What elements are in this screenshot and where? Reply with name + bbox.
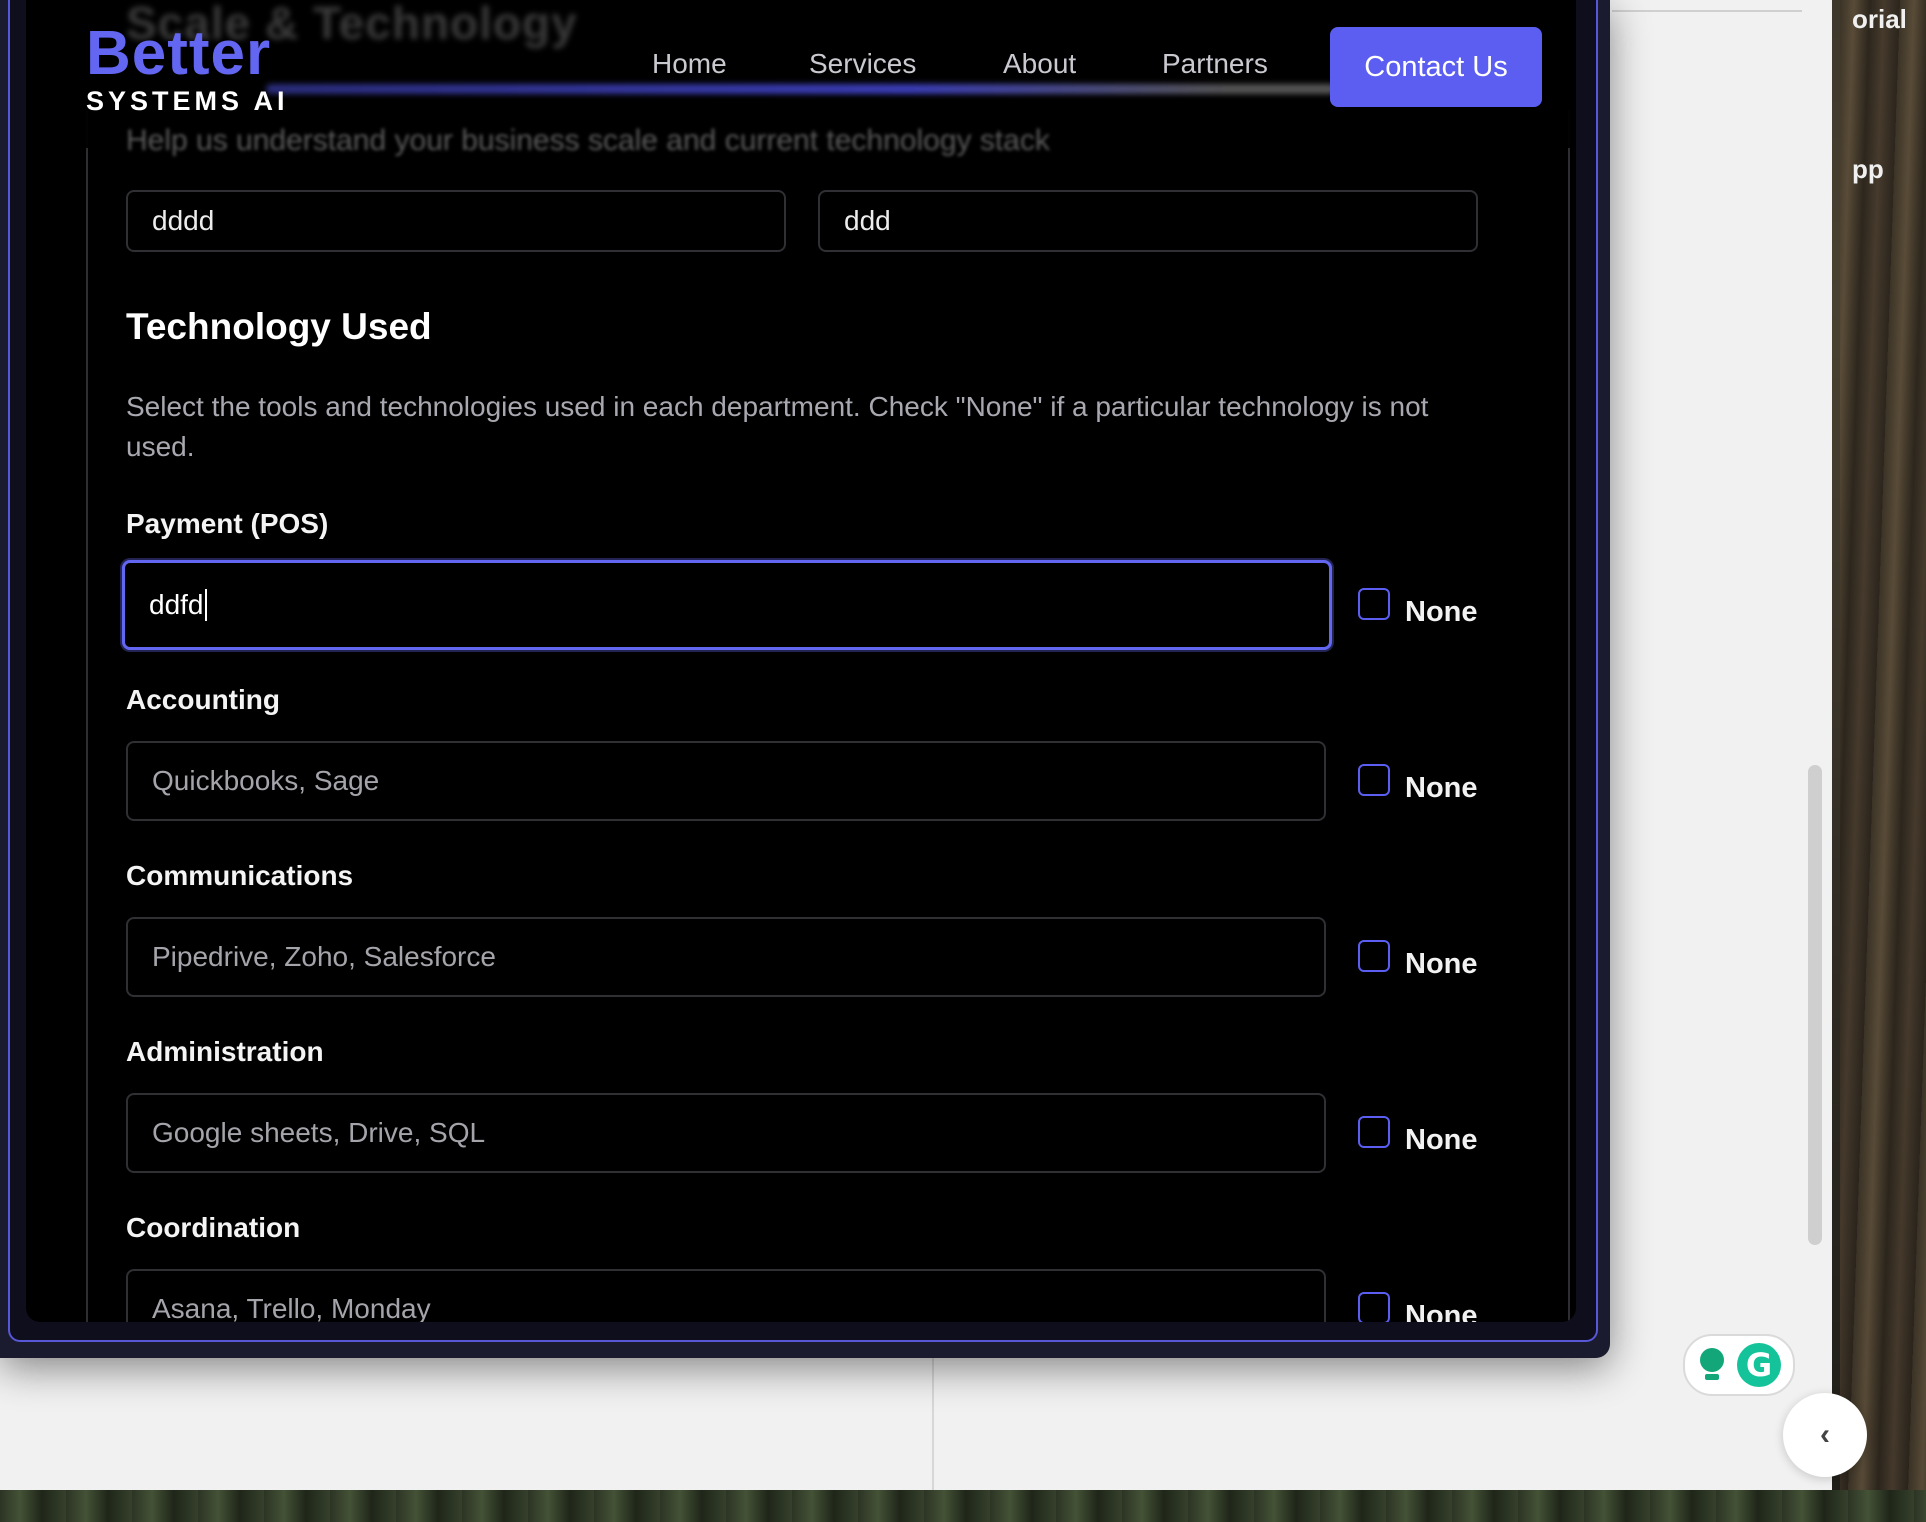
administration-placeholder: Google sheets, Drive, SQL: [152, 1117, 486, 1148]
collapse-sidebar-button[interactable]: ‹: [1783, 1393, 1867, 1477]
accounting-placeholder: Quickbooks, Sage: [152, 765, 380, 796]
field-label-administration: Administration: [126, 1036, 324, 1067]
contact-us-button[interactable]: Contact Us: [1330, 27, 1542, 107]
payment-input-value: ddfd: [149, 589, 204, 620]
background-window-text: pp: [1852, 154, 1884, 184]
scale-field-1-value: dddd: [152, 205, 215, 236]
field-label-accounting: Accounting: [126, 684, 280, 715]
nav-about[interactable]: About: [1003, 48, 1076, 80]
modal-window: dddd ddd Technology Used Select the tool…: [0, 0, 1610, 1358]
administration-none-label[interactable]: None: [1405, 1124, 1478, 1157]
grammarly-bulb-icon[interactable]: [1697, 1348, 1727, 1382]
logo-tagline[interactable]: SYSTEMS AI: [86, 86, 289, 117]
logo-wordmark[interactable]: Better: [86, 18, 271, 89]
browser-scrollbar[interactable]: [1808, 765, 1822, 1245]
communications-none-checkbox[interactable]: [1358, 940, 1390, 972]
scale-field-1[interactable]: dddd: [126, 190, 786, 252]
progress-bar: [266, 84, 1336, 94]
desktop-wallpaper-trees: [1840, 0, 1926, 1522]
accounting-input[interactable]: Quickbooks, Sage: [126, 741, 1326, 821]
communications-placeholder: Pipedrive, Zoho, Salesforce: [152, 941, 496, 972]
background-window-title: orial: [1852, 4, 1907, 34]
payment-none-label[interactable]: None: [1405, 596, 1478, 629]
blurred-section-subtitle: Help us understand your business scale a…: [126, 124, 1050, 157]
communications-none-label[interactable]: None: [1405, 948, 1478, 981]
grammarly-widget[interactable]: G: [1683, 1334, 1795, 1396]
browser-divider: [932, 1355, 934, 1490]
coordination-none-label[interactable]: None: [1405, 1300, 1478, 1322]
coordination-input[interactable]: Asana, Trello, Monday: [126, 1269, 1326, 1322]
field-label-communications: Communications: [126, 860, 354, 891]
modal-content: dddd ddd Technology Used Select the tool…: [26, 0, 1576, 1322]
section-description: Select the tools and technologies used i…: [126, 391, 1429, 462]
payment-input[interactable]: ddfd: [122, 560, 1332, 650]
nav-services[interactable]: Services: [809, 48, 916, 80]
administration-none-checkbox[interactable]: [1358, 1116, 1390, 1148]
chevron-left-icon: ‹: [1820, 1418, 1830, 1451]
communications-input[interactable]: Pipedrive, Zoho, Salesforce: [126, 917, 1326, 997]
administration-input[interactable]: Google sheets, Drive, SQL: [126, 1093, 1326, 1173]
desktop-wallpaper-ground: [0, 1490, 1926, 1522]
section-title: Technology Used: [126, 306, 432, 347]
nav-partners[interactable]: Partners: [1162, 48, 1268, 80]
accounting-none-checkbox[interactable]: [1358, 764, 1390, 796]
field-label-payment: Payment (POS): [126, 508, 329, 539]
coordination-none-checkbox[interactable]: [1358, 1292, 1390, 1322]
field-label-coordination: Coordination: [126, 1212, 301, 1243]
accounting-none-label[interactable]: None: [1405, 772, 1478, 805]
text-caret: [204, 589, 207, 621]
site-header: Scale & Technology Help us understand yo…: [26, 0, 1576, 157]
browser-divider-top: [1612, 10, 1802, 12]
nav-home[interactable]: Home: [652, 48, 727, 80]
coordination-placeholder: Asana, Trello, Monday: [152, 1293, 431, 1322]
payment-none-checkbox[interactable]: [1358, 588, 1390, 620]
grammarly-g-icon[interactable]: G: [1737, 1343, 1781, 1387]
scale-field-2-value: ddd: [844, 205, 891, 236]
scale-field-2[interactable]: ddd: [818, 190, 1478, 252]
